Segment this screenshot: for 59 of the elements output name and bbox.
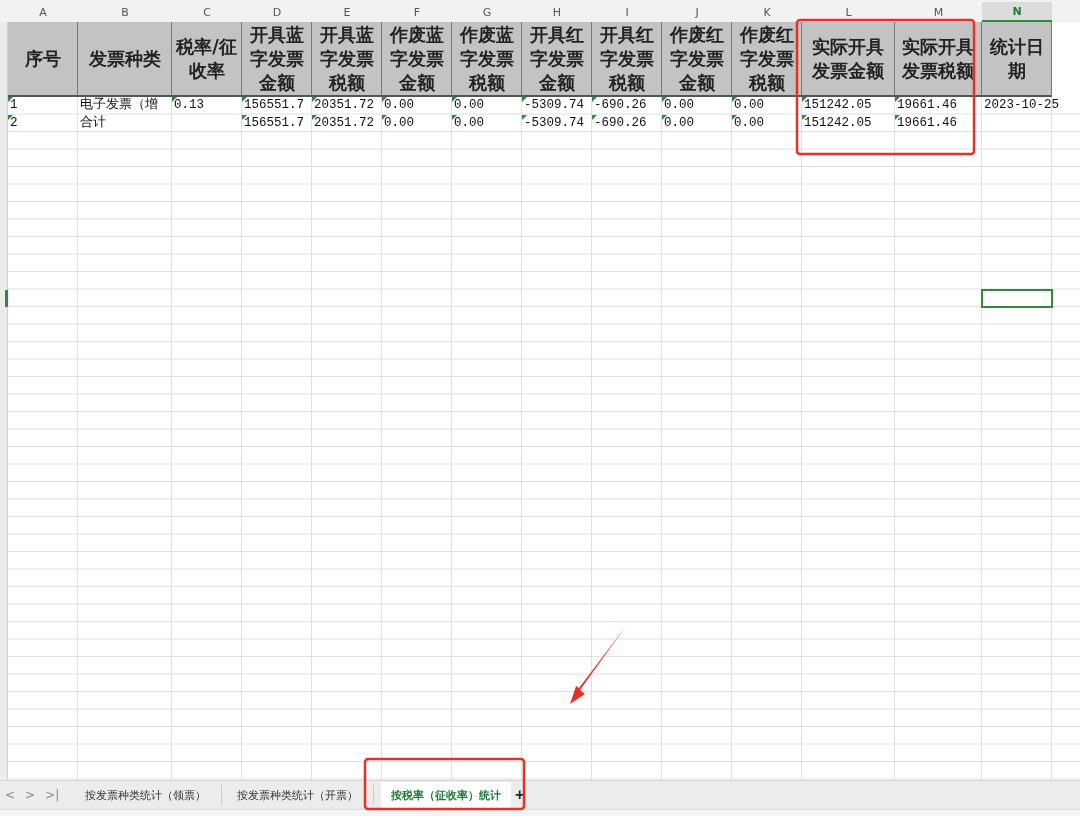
table-cell: 合计 [80,115,106,130]
sheet-tab[interactable]: 按发票种类统计（开票） [222,785,374,805]
column-header[interactable]: B [78,2,172,22]
table-cell: 2 [10,115,18,130]
column-header[interactable]: K [732,2,802,22]
table-cell: 156551.7 [244,115,304,130]
table-cell: 0.00 [454,98,484,112]
table-cell: 0.00 [734,115,764,130]
sheet-tab[interactable]: 按发票种类统计（领票） [70,785,222,805]
table-cell: 0.00 [664,115,694,130]
header-cell: 作废红字发票税额 [732,22,802,97]
table-cell: 151242.05 [804,98,872,112]
table-cell: 0.00 [664,98,694,112]
column-header[interactable]: M [895,2,982,22]
table-cell: 1 [10,98,18,112]
column-header[interactable]: N [982,2,1052,22]
table-cell: -690.26 [594,98,647,112]
column-header[interactable]: G [452,2,522,22]
table-cell: 151242.05 [804,115,872,130]
column-header[interactable]: A [8,2,78,22]
header-cell: 开具蓝字发票税额 [312,22,382,97]
column-header[interactable]: E [312,2,382,22]
header-cell: 实际开具发票税额 [895,22,982,97]
header-cell: 开具红字发票金额 [522,22,592,97]
table-cell: -5309.74 [524,98,584,112]
column-header[interactable]: H [522,2,592,22]
table-cell: 电子发票（增 [80,98,158,112]
row-indicator [5,289,8,307]
header-cell: 实际开具发票金额 [802,22,895,97]
table-cell: 0.00 [384,98,414,112]
table-cell: -5309.74 [524,115,584,130]
table-cell: 19661.46 [897,98,957,112]
header-cell: 序号 [8,22,78,97]
table-cell: 0.13 [174,98,204,112]
header-cell: 作废红字发票金额 [662,22,732,97]
table-cell: 156551.7 [244,98,304,112]
header-cell: 税率/征收率 [172,22,242,97]
table-cell: 0.00 [454,115,484,130]
header-cell: 统计日期 [982,22,1052,97]
column-header[interactable]: F [382,2,452,22]
column-header[interactable]: L [802,2,895,22]
table-cell: -690.26 [594,115,647,130]
header-cell: 开具红字发票税额 [592,22,662,97]
header-cell: 作废蓝字发票税额 [452,22,522,97]
column-header[interactable]: J [662,2,732,22]
table-cell: 19661.46 [897,115,957,130]
sheet-tab[interactable]: 按税率（征收率）统计 [381,782,511,808]
header-cell: 开具蓝字发票金额 [242,22,312,97]
table-cell: 2023-10-25 [984,98,1059,112]
column-header[interactable]: C [172,2,242,22]
column-header[interactable]: I [592,2,662,22]
table-cell: 0.00 [734,98,764,112]
column-header[interactable]: D [242,2,312,22]
table-cell: 20351.72 [314,98,374,112]
table-cell: 0.00 [384,115,414,130]
header-cell: 作废蓝字发票金额 [382,22,452,97]
header-cell: 发票种类 [78,22,172,97]
selected-cell[interactable] [981,288,1053,308]
table-cell: 20351.72 [314,115,374,130]
